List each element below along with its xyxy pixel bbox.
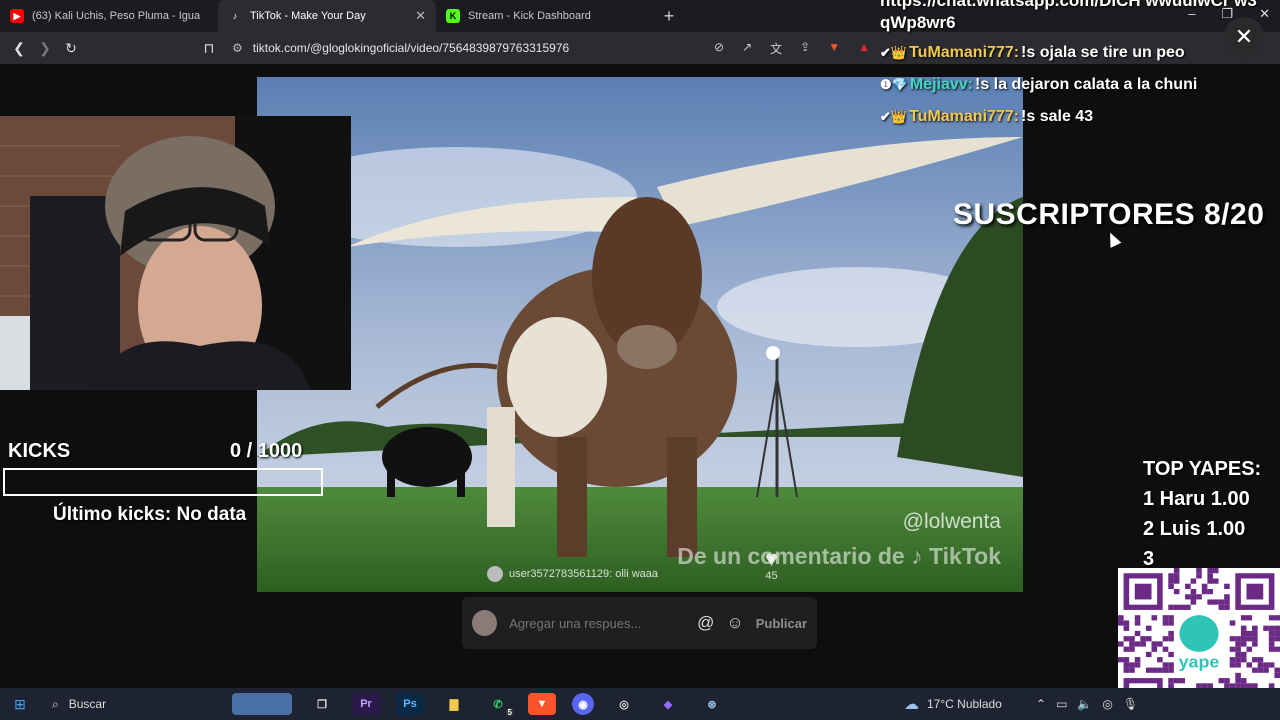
chat-text: !s sale 43	[1021, 108, 1094, 125]
translate-icon[interactable]: 文	[770, 40, 782, 57]
video-player[interactable]: @lolwenta De un comentario de ♪ TikTok u…	[257, 77, 1023, 592]
whatsapp-icon[interactable]: ✆ 5	[484, 693, 514, 717]
kicks-progress-bar	[3, 468, 323, 496]
cloud-icon: ☁	[904, 696, 919, 713]
comment-author-text: user3572783561129: olli waaa	[509, 568, 659, 580]
weather-text: 17°C Nublado	[927, 697, 1002, 711]
volume-icon[interactable]: 🔈	[1077, 697, 1092, 711]
chat-badge-icon: ✔👑	[880, 109, 908, 124]
photoshop-icon[interactable]: Ps	[396, 693, 424, 715]
site-settings-icon[interactable]: ⚙	[232, 41, 243, 55]
chat-overlay: https://chat.whatsapp.com/DlCH wwuuIwCr …	[880, 0, 1280, 125]
kicks-count: 0 / 1000	[230, 440, 303, 462]
back-icon[interactable]: ❮	[6, 40, 32, 57]
weather-widget[interactable]: ☁ 17°C Nublado	[904, 688, 1002, 720]
video-watermark: @lolwenta	[902, 510, 1001, 533]
chat-message: ✔👑 TuMamani777: !s ojala se tire un peo	[880, 44, 1185, 62]
taskbar-search[interactable]: ⌕ Buscar	[40, 688, 210, 720]
tiktok-credit: De un comentario de ♪ TikTok	[677, 543, 1001, 569]
top-yapes-title: TOP YAPES:	[1143, 458, 1262, 480]
tab-tiktok[interactable]: ♪ TikTok - Make Your Day ✕	[218, 0, 436, 32]
kick-icon: K	[446, 9, 460, 23]
reply-box: @ ☺ Publicar	[462, 597, 817, 649]
news-widget-icon[interactable]	[232, 693, 292, 715]
heart-icon: ♥	[765, 546, 779, 571]
mic-icon[interactable]: 🎙	[1123, 697, 1138, 711]
tab-label: Stream - Kick Dashboard	[468, 10, 591, 22]
chat-badge-icon: ✔👑	[880, 45, 908, 60]
tiktok-icon: ♪	[232, 11, 238, 21]
reply-input[interactable]	[509, 615, 686, 631]
app-diamond-icon[interactable]: ◆	[654, 693, 682, 715]
chat-username: TuMamani777:	[909, 44, 1020, 61]
obs-tray-icon[interactable]: ◎	[1102, 697, 1112, 711]
top-yapes-row: 1 Haru 1.00	[1143, 488, 1250, 510]
system-tray: ⌃ ▭ 🔈 ◎ 🎙	[1036, 688, 1138, 720]
windows-taskbar: ⊞ ⌕ Buscar ❐ Pr Ps ▇ ✆ 5 ▼ ◉ ◎ ◆ ⊛ ☁ 17°C…	[0, 688, 1280, 720]
like-button[interactable]: ♥ 45	[765, 546, 779, 583]
chat-username: TuMamani777:	[909, 108, 1020, 125]
chat-message: ❶💎 Mejiavv: !s la dejaron calata a la ch…	[880, 76, 1197, 94]
qr-label: yape	[1179, 652, 1220, 671]
steam-icon[interactable]: ⊛	[698, 693, 726, 715]
top-yapes: TOP YAPES: 1 Haru 1.00 2 Luis 1.00 3	[1143, 454, 1261, 574]
emoji-icon[interactable]: ☺	[726, 613, 743, 633]
mention-icon[interactable]: @	[697, 613, 714, 633]
chat-link-line-1: https://chat.whatsapp.com/DlCH wwuuIwCr …	[880, 0, 1257, 10]
avatar	[472, 610, 498, 636]
subscriber-goal: SUSCRIPTORES 8/20	[953, 198, 1265, 231]
chat-message: ✔👑 TuMamani777: !s sale 43	[880, 108, 1093, 126]
chat-username: Mejiavv:	[909, 76, 973, 93]
new-tab-button[interactable]: +	[654, 6, 684, 27]
kicks-last: Último kicks: No data	[53, 504, 247, 525]
kicks-title: KICKS	[8, 440, 71, 462]
tab-youtube[interactable]: ▶ (63) Kali Uchis, Peso Pluma - Igua	[0, 0, 218, 32]
whatsapp-badge: 5	[505, 708, 514, 717]
address-bar-actions: ⊘ ↗ 文 ⇪ ▼ ▲	[714, 40, 870, 57]
taskbar-search-label: Buscar	[68, 697, 107, 711]
share-icon[interactable]: ⇪	[800, 40, 810, 57]
like-count: 45	[765, 570, 778, 582]
tab-label: TikTok - Make Your Day	[250, 10, 366, 22]
file-explorer-icon[interactable]: ▇	[440, 693, 468, 715]
brave-icon[interactable]: ▼	[528, 693, 556, 715]
obs-icon[interactable]: ◎	[610, 693, 638, 715]
search-icon: ⌕	[52, 696, 59, 711]
bookmark-icon[interactable]: ⊓	[196, 40, 222, 57]
chat-badge-icon: ❶💎	[880, 77, 908, 92]
chat-text: !s ojala se tire un peo	[1021, 44, 1185, 61]
avatar	[487, 566, 503, 582]
youtube-icon: ▶	[10, 9, 24, 23]
brave-shield-icon[interactable]: ▼	[828, 40, 840, 57]
premiere-icon[interactable]: Pr	[352, 693, 380, 715]
publish-button[interactable]: Publicar	[756, 616, 807, 631]
reload-icon[interactable]: ↻	[58, 40, 84, 57]
task-view-icon[interactable]: ❐	[308, 693, 336, 715]
taskbar-apps: ❐ Pr Ps ▇ ✆ 5 ▼ ◉ ◎ ◆ ⊛	[232, 688, 726, 720]
comment-author: user3572783561129: olli waaa	[487, 566, 658, 582]
open-external-icon[interactable]: ↗	[742, 40, 752, 57]
chat-text: !s la dejaron calata a la chuni	[974, 76, 1198, 93]
streamer-webcam	[0, 116, 351, 390]
windows-start-icon[interactable]: ⊞	[0, 696, 40, 713]
webcam-overlay	[0, 116, 351, 390]
forward-icon[interactable]: ❯	[32, 40, 58, 57]
rewards-icon[interactable]: ▲	[858, 40, 870, 57]
url-text: tiktok.com/@gloglokingoficial/video/7564…	[252, 41, 570, 55]
network-icon[interactable]: ▭	[1056, 697, 1067, 711]
close-tab-icon[interactable]: ✕	[415, 8, 426, 24]
tab-label: (63) Kali Uchis, Peso Pluma - Igua	[32, 10, 201, 22]
tab-kick[interactable]: K Stream - Kick Dashboard	[436, 0, 654, 32]
chat-link-line-2: qWp8wr6	[880, 13, 956, 32]
top-yapes-row: 2 Luis 1.00	[1143, 518, 1246, 540]
discord-icon[interactable]: ◉	[572, 693, 594, 715]
no-tracking-icon[interactable]: ⊘	[714, 40, 724, 57]
chevron-up-icon[interactable]: ⌃	[1036, 697, 1046, 711]
